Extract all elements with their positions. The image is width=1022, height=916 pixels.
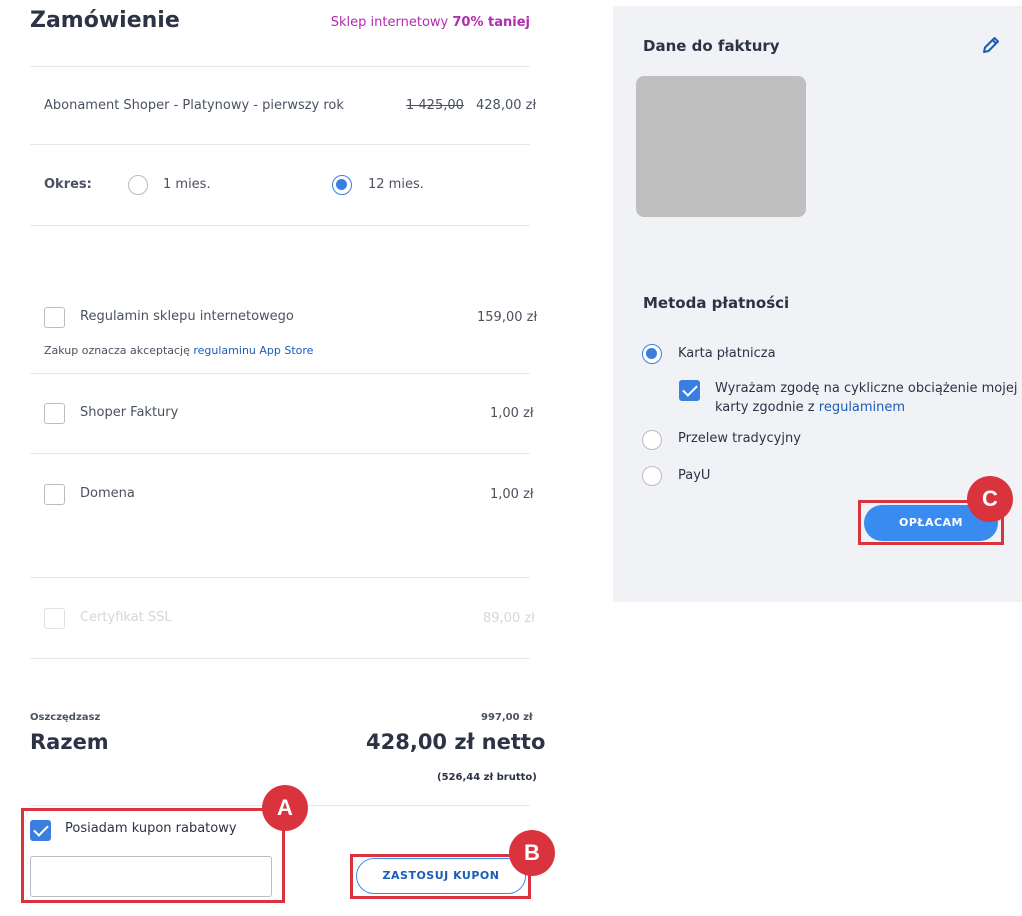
callout-b-badge: B	[509, 830, 555, 876]
payment-card-label: Karta płatnicza	[678, 346, 776, 361]
consent-text-2: karty zgodnie z regulaminem	[715, 400, 906, 415]
addon-domain-label: Domena	[80, 486, 135, 501]
payment-payu-label: PayU	[678, 468, 711, 483]
divider	[30, 658, 530, 659]
period-label: Okres:	[44, 177, 92, 192]
appstore-note: Zakup oznacza akceptację regulaminu App …	[44, 344, 314, 357]
consent-text: Wyrażam zgodę na cykliczne obciążenie mo…	[715, 381, 1018, 396]
period-12-months-label: 12 mies.	[368, 177, 424, 192]
callout-a-badge: A	[262, 785, 308, 831]
divider	[30, 577, 530, 578]
payment-transfer-label: Przelew tradycyjny	[678, 431, 801, 446]
payment-transfer-radio[interactable]	[642, 430, 662, 450]
addon-invoices-label: Shoper Faktury	[80, 405, 179, 420]
invoice-title: Dane do faktury	[643, 37, 780, 55]
addon-domain-checkbox[interactable]	[44, 484, 65, 505]
subscription-price: 428,00 zł	[476, 98, 537, 113]
page-title: Zamówienie	[30, 8, 180, 33]
divider	[30, 453, 530, 454]
savings-value: 997,00 zł	[481, 712, 533, 723]
savings-label: Oszczędzasz	[30, 712, 101, 723]
addon-terms-price: 159,00 zł	[477, 310, 538, 325]
divider	[30, 225, 530, 226]
total-label: Razem	[30, 730, 109, 754]
edit-pencil-icon[interactable]	[981, 35, 1001, 55]
consent-terms-link[interactable]: regulaminem	[819, 400, 905, 415]
addon-domain-price: 1,00 zł	[490, 487, 534, 502]
subscription-name: Abonament Shoper - Platynowy - pierwszy …	[44, 98, 344, 113]
payment-title: Metoda płatności	[643, 294, 790, 312]
promo-prefix: Sklep internetowy	[330, 15, 453, 30]
invoice-data-placeholder	[636, 76, 806, 217]
divider	[30, 373, 530, 374]
addon-ssl-price: 89,00 zł	[483, 611, 535, 626]
addon-invoices-price: 1,00 zł	[490, 406, 534, 421]
divider	[30, 144, 530, 145]
addon-ssl-label: Certyfikat SSL	[80, 610, 172, 625]
period-1-month-label: 1 mies.	[163, 177, 211, 192]
total-net: 428,00 zł netto	[366, 730, 546, 754]
callout-b-frame	[350, 854, 531, 899]
appstore-terms-link[interactable]: regulaminu App Store	[193, 344, 313, 357]
callout-c-badge: C	[967, 476, 1013, 522]
payment-payu-radio[interactable]	[642, 466, 662, 486]
callout-a-frame	[21, 808, 285, 903]
addon-ssl-checkbox[interactable]	[44, 608, 65, 629]
addon-terms-label: Regulamin sklepu internetowego	[80, 309, 294, 324]
subscription-old-price: 1 425,00	[406, 98, 464, 113]
total-gross: (526,44 zł brutto)	[437, 772, 537, 783]
addon-terms-checkbox[interactable]	[44, 307, 65, 328]
divider	[30, 66, 530, 67]
promo-text: Sklep internetowy 70% taniej	[331, 15, 530, 30]
consent-checkbox[interactable]	[679, 380, 700, 401]
period-1-month-radio[interactable]	[128, 175, 148, 195]
period-12-months-radio[interactable]	[332, 175, 352, 195]
promo-bold: 70% taniej	[452, 15, 530, 30]
payment-card-radio[interactable]	[642, 344, 662, 364]
addon-invoices-checkbox[interactable]	[44, 403, 65, 424]
